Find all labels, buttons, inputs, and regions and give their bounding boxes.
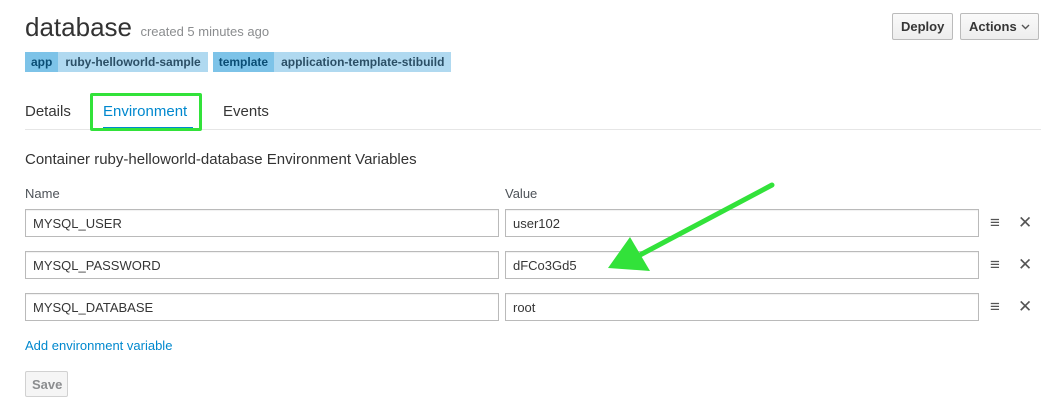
arrow-annotation-icon bbox=[608, 182, 775, 271]
